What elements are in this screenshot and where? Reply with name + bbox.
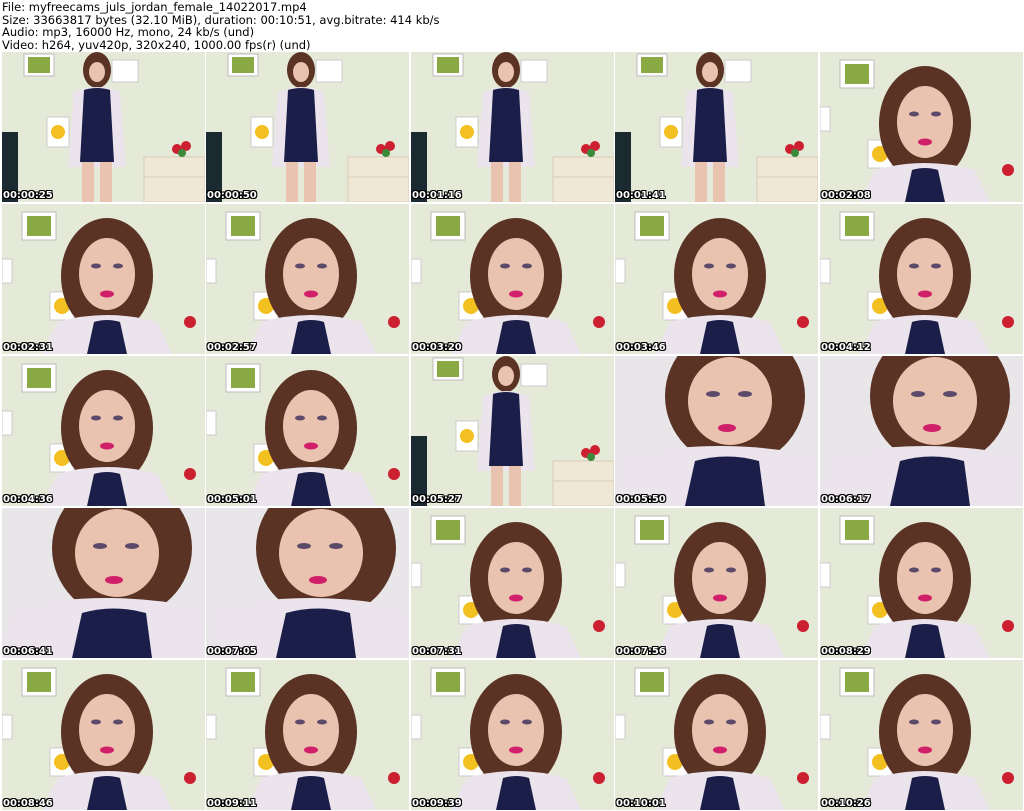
thumbnail-timestamp: 00:07:05 <box>207 646 257 657</box>
video-thumbnail: 00:09:11 <box>206 660 409 810</box>
file-name-line: File: myfreecams_juls_jordan_female_1402… <box>2 0 307 14</box>
thumbnail-timestamp: 00:06:41 <box>3 646 53 657</box>
thumbnail-timestamp: 00:10:01 <box>616 798 666 809</box>
thumbnail-timestamp: 00:09:11 <box>207 798 257 809</box>
thumbnail-timestamp: 00:07:56 <box>616 646 666 657</box>
video-thumbnail: 00:03:20 <box>411 204 614 354</box>
thumbnail-frame-image <box>206 204 409 354</box>
video-thumbnail: 00:09:39 <box>411 660 614 810</box>
thumbnail-timestamp: 00:04:36 <box>3 494 53 505</box>
video-thumbnail: 00:04:36 <box>2 356 205 506</box>
thumbnail-frame-image <box>411 204 614 354</box>
video-thumbnail: 00:05:50 <box>615 356 818 506</box>
video-thumbnail: 00:00:50 <box>206 52 409 202</box>
thumbnail-frame-image <box>411 52 614 202</box>
thumbnail-grid: 00:00:25 00:00:50 00:01:16 00:01:41 00:02:08… <box>2 52 1024 811</box>
video-thumbnail: 00:01:16 <box>411 52 614 202</box>
thumbnail-timestamp: 00:02:31 <box>3 342 53 353</box>
thumbnail-frame-image <box>2 204 205 354</box>
video-thumbnail: 00:06:41 <box>2 508 205 658</box>
video-thumbnail: 00:05:27 <box>411 356 614 506</box>
thumbnail-frame-image <box>615 660 818 810</box>
thumbnail-frame-image <box>411 508 614 658</box>
thumbnail-timestamp: 00:02:57 <box>207 342 257 353</box>
video-thumbnail: 00:07:56 <box>615 508 818 658</box>
file-info-header: File: myfreecams_juls_jordan_female_1402… <box>0 0 1024 52</box>
thumbnail-frame-image <box>615 204 818 354</box>
thumbnail-frame-image <box>206 660 409 810</box>
thumbnail-frame-image <box>820 204 1023 354</box>
thumbnail-timestamp: 00:05:50 <box>616 494 666 505</box>
thumbnail-frame-image <box>206 52 409 202</box>
video-thumbnail: 00:07:31 <box>411 508 614 658</box>
video-thumbnail: 00:07:05 <box>206 508 409 658</box>
thumbnail-frame-image <box>2 356 205 506</box>
video-thumbnail: 00:08:46 <box>2 660 205 810</box>
video-thumbnail: 00:00:25 <box>2 52 205 202</box>
thumbnail-frame-image <box>2 660 205 810</box>
thumbnail-timestamp: 00:01:16 <box>412 190 462 201</box>
thumbnail-timestamp: 00:06:17 <box>821 494 871 505</box>
thumbnail-timestamp: 00:03:20 <box>412 342 462 353</box>
thumbnail-timestamp: 00:04:12 <box>821 342 871 353</box>
video-thumbnail: 00:10:01 <box>615 660 818 810</box>
thumbnail-frame-image <box>2 52 205 202</box>
thumbnail-frame-image <box>820 660 1023 810</box>
video-thumbnail: 00:04:12 <box>820 204 1023 354</box>
thumbnail-timestamp: 00:08:46 <box>3 798 53 809</box>
thumbnail-frame-image <box>411 356 614 506</box>
video-thumbnail: 00:02:08 <box>820 52 1023 202</box>
video-thumbnail: 00:03:46 <box>615 204 818 354</box>
video-thumbnail: 00:02:31 <box>2 204 205 354</box>
thumbnail-timestamp: 00:00:50 <box>207 190 257 201</box>
thumbnail-frame-image <box>206 356 409 506</box>
video-thumbnail: 00:02:57 <box>206 204 409 354</box>
thumbnail-frame-image <box>615 356 818 506</box>
audio-info-line: Audio: mp3, 16000 Hz, mono, 24 kb/s (und… <box>2 25 255 39</box>
thumbnail-timestamp: 00:09:39 <box>412 798 462 809</box>
thumbnail-frame-image <box>2 508 205 658</box>
video-thumbnail: 00:01:41 <box>615 52 818 202</box>
thumbnail-timestamp: 00:01:41 <box>616 190 666 201</box>
thumbnail-frame-image <box>411 660 614 810</box>
thumbnail-frame-image <box>206 508 409 658</box>
video-info-line: Video: h264, yuv420p, 320x240, 1000.00 f… <box>2 37 311 52</box>
thumbnail-frame-image <box>820 508 1023 658</box>
thumbnail-frame-image <box>820 356 1023 506</box>
thumbnail-timestamp: 00:10:26 <box>821 798 871 809</box>
thumbnail-timestamp: 00:05:01 <box>207 494 257 505</box>
thumbnail-frame-image <box>615 508 818 658</box>
thumbnail-timestamp: 00:00:25 <box>3 190 53 201</box>
video-thumbnail: 00:06:17 <box>820 356 1023 506</box>
thumbnail-frame-image <box>820 52 1023 202</box>
thumbnail-timestamp: 00:05:27 <box>412 494 462 505</box>
thumbnail-timestamp: 00:08:29 <box>821 646 871 657</box>
thumbnail-frame-image <box>615 52 818 202</box>
thumbnail-timestamp: 00:02:08 <box>821 190 871 201</box>
video-thumbnail: 00:08:29 <box>820 508 1023 658</box>
thumbnail-timestamp: 00:07:31 <box>412 646 462 657</box>
thumbnail-timestamp: 00:03:46 <box>616 342 666 353</box>
video-thumbnail: 00:05:01 <box>206 356 409 506</box>
video-thumbnail: 00:10:26 <box>820 660 1023 810</box>
